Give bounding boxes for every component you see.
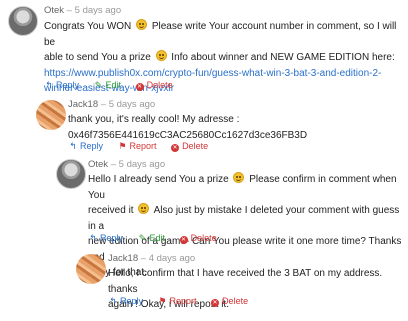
author-name[interactable]: Otek: [88, 159, 108, 170]
author-name[interactable]: Otek: [44, 5, 64, 16]
comment-line: Hello, I confirm that I have received th…: [108, 268, 383, 295]
delete-button[interactable]: ✕ Delete: [211, 296, 248, 307]
avatar[interactable]: [36, 100, 66, 130]
comment-line: able to send You a prize Info about winn…: [44, 50, 395, 63]
delete-button[interactable]: ✕ Delete: [179, 233, 217, 244]
delete-button[interactable]: ✕ Delete: [171, 141, 208, 152]
report-button[interactable]: ⚑ Report: [158, 296, 196, 307]
delete-icon: ✕: [211, 299, 220, 307]
comment-actions: ↰ Reply ⚑ Report ✕ Delete: [68, 141, 220, 152]
smile-emoji-icon: [155, 50, 167, 61]
comment-meta: Otek – 5 days ago: [88, 159, 166, 170]
comment-line: Congrats You WON Please write Your accou…: [44, 19, 397, 48]
timestamp: 5 days ago: [118, 159, 166, 170]
timestamp: 5 days ago: [108, 99, 156, 110]
comment-body: thank you, it's really cool! My adresse …: [68, 112, 398, 143]
delete-icon: ✕: [171, 144, 180, 152]
reply-icon: ↰: [109, 296, 117, 306]
reply-button[interactable]: ↰ Reply: [44, 80, 79, 91]
reply-button[interactable]: ↰ Reply: [88, 233, 123, 244]
smile-emoji-icon: [233, 172, 245, 183]
author-name[interactable]: Jack18: [108, 253, 138, 264]
reply-button[interactable]: ↰ Reply: [108, 296, 143, 307]
delete-icon: ✕: [179, 236, 188, 244]
edit-button[interactable]: ✎ Edit: [94, 80, 121, 91]
reply-icon: ↰: [45, 80, 53, 90]
avatar[interactable]: [8, 6, 38, 36]
comment-meta: Jack18 – 4 days ago: [108, 253, 196, 264]
edit-button[interactable]: ✎ Edit: [138, 233, 165, 244]
comment-line: Hello I already send You a prize Please …: [88, 172, 397, 201]
timestamp: 4 days ago: [148, 253, 196, 264]
author-name[interactable]: Jack18: [68, 99, 98, 110]
comment-actions: ↰ Reply ✎ Edit ✕ Delete: [44, 80, 185, 91]
smile-emoji-icon: [138, 203, 150, 214]
comment-body: Hello I already send You a prize Please …: [88, 172, 404, 281]
report-button[interactable]: ⚑ Report: [118, 141, 156, 152]
timestamp: 5 days ago: [74, 5, 122, 16]
reply-icon: ↰: [89, 233, 97, 243]
flag-icon: ⚑: [118, 141, 127, 151]
comment-actions: ↰ Reply ⚑ Report ✕ Delete: [108, 296, 260, 307]
smile-emoji-icon: [136, 19, 148, 30]
comment-line: thank you, it's really cool! My adresse …: [68, 114, 240, 125]
reply-icon: ↰: [69, 141, 77, 151]
edit-icon: ✎: [138, 233, 147, 243]
comment-line: received it Also just by mistake I delet…: [88, 203, 400, 232]
avatar[interactable]: [56, 159, 86, 189]
comment-actions: ↰ Reply ✎ Edit ✕ Delete: [88, 233, 229, 244]
comment-meta: Jack18 – 5 days ago: [68, 99, 156, 110]
edit-icon: ✎: [94, 80, 103, 90]
delete-button[interactable]: ✕ Delete: [135, 80, 173, 91]
comment-meta: Otek – 5 days ago: [44, 5, 122, 16]
flag-icon: ⚑: [158, 296, 167, 306]
avatar[interactable]: [76, 254, 106, 284]
reply-button[interactable]: ↰ Reply: [68, 141, 103, 152]
delete-icon: ✕: [135, 83, 144, 91]
